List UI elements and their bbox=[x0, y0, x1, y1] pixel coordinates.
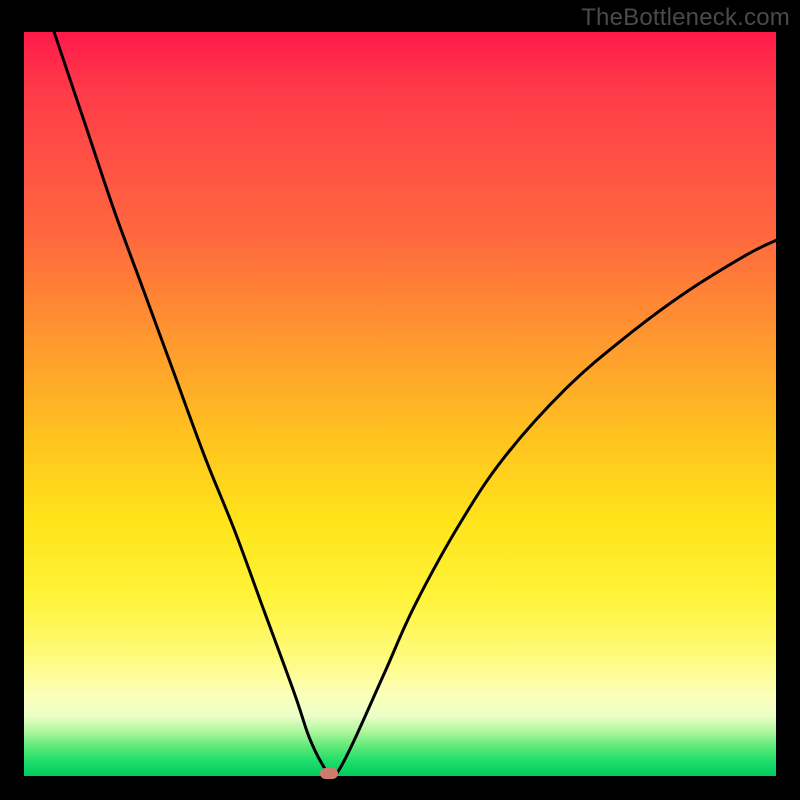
minimum-marker bbox=[320, 768, 338, 779]
watermark-text: TheBottleneck.com bbox=[581, 4, 790, 32]
chart-frame: TheBottleneck.com bbox=[0, 0, 800, 800]
bottleneck-curve bbox=[24, 32, 776, 776]
plot-area bbox=[24, 32, 776, 776]
